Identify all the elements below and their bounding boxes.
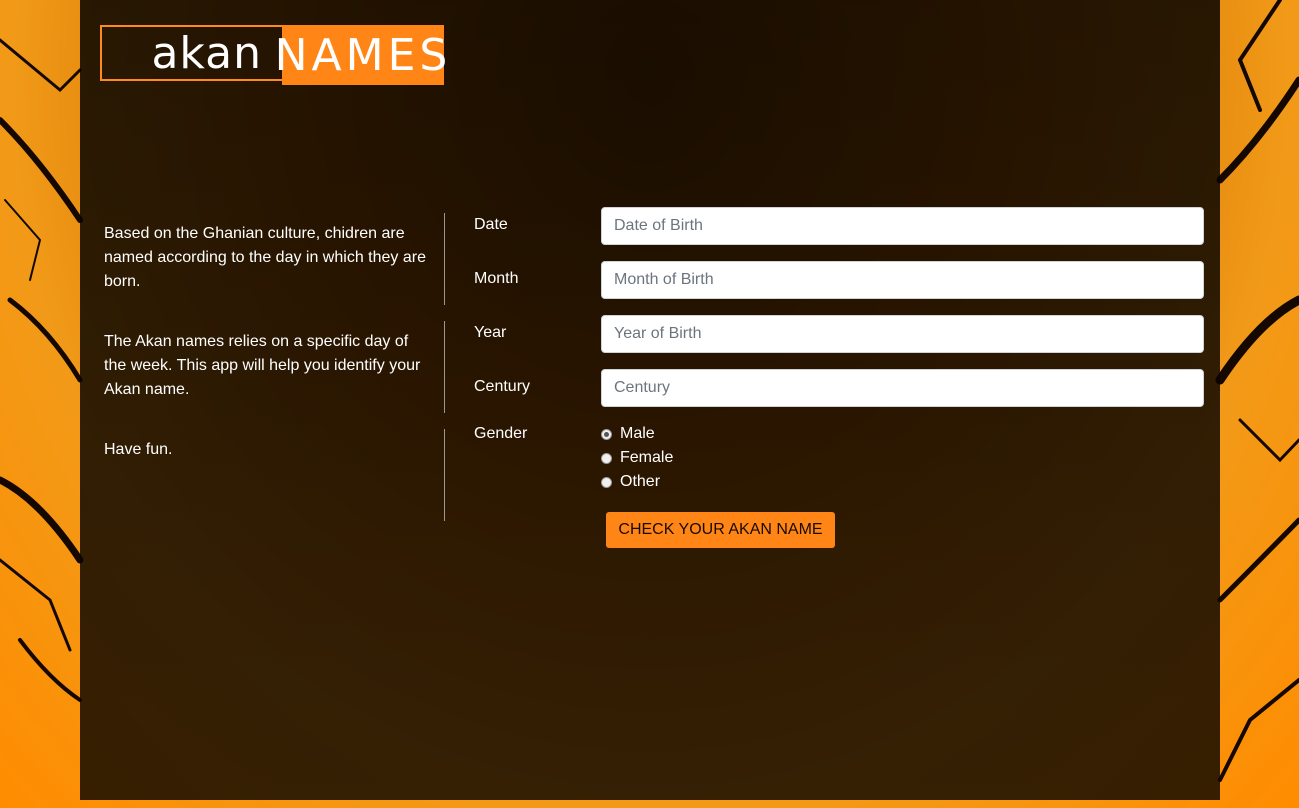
gender-option-label: Other xyxy=(620,473,661,490)
gender-option-label: Female xyxy=(620,449,674,466)
century-input[interactable] xyxy=(601,369,1204,407)
radio-other[interactable] xyxy=(601,476,612,488)
info-paragraph-purpose: The Akan names relies on a specific day … xyxy=(104,333,421,398)
gender-option-male[interactable]: Male xyxy=(601,425,655,443)
section-divider xyxy=(444,429,445,521)
year-label: Year xyxy=(474,324,507,341)
year-input[interactable] xyxy=(601,315,1204,353)
gender-option-label: Male xyxy=(620,425,655,442)
radio-male[interactable] xyxy=(601,428,612,440)
section-divider xyxy=(444,213,445,305)
app-logo: akan NAMES xyxy=(100,25,447,85)
date-input[interactable] xyxy=(601,207,1204,245)
century-label: Century xyxy=(474,378,531,395)
check-akan-name-button[interactable]: CHECK YOUR AKAN NAME xyxy=(606,512,835,548)
date-label: Date xyxy=(474,216,508,233)
section-divider xyxy=(444,321,445,413)
gender-label: Gender xyxy=(474,425,528,442)
radio-female[interactable] xyxy=(601,452,612,464)
gender-option-other[interactable]: Other xyxy=(601,473,660,491)
info-paragraph-culture: Based on the Ghanian culture, chidren ar… xyxy=(104,225,426,290)
logo-text-names: NAMES xyxy=(275,25,447,85)
logo-text-akan: akan xyxy=(100,25,282,81)
month-label: Month xyxy=(474,270,519,287)
info-paragraph-have-fun: Have fun. xyxy=(104,441,173,458)
gender-option-female[interactable]: Female xyxy=(601,449,673,467)
month-input[interactable] xyxy=(601,261,1204,299)
